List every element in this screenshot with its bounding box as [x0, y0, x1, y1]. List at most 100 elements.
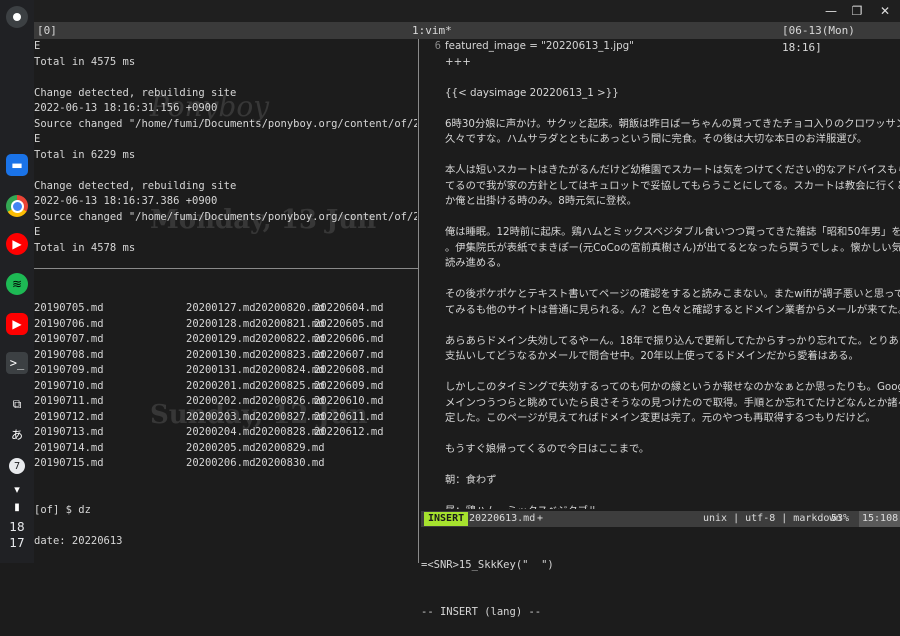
ime-indicator[interactable]: あ	[6, 423, 28, 445]
vim-cmdline-mode: -- INSERT (lang) --	[421, 605, 542, 618]
editor-line: {{< daysimage 20220613_1 >}}	[421, 86, 900, 102]
file-list-row: 20190715.md 20200206.md 20200830.md	[34, 456, 417, 472]
vim-file-format: unix | utf-8 | markdown	[703, 513, 842, 524]
log-line: E	[34, 40, 41, 52]
file-list-row: 20190705.md 20200127.md 20200820.md 2022060…	[34, 301, 417, 317]
editor-line-text: てるので我が家の方針としてはキュロットで妥協してもらうことにしてる。スカートは教…	[445, 179, 900, 192]
vim-editor-pane[interactable]: 6 featured_image = "20220613_1.jpg" +++ {{<…	[421, 39, 900, 509]
file-list-row: 20190707.md 20200129.md 20200822.md 2022060…	[34, 332, 417, 348]
file-name: 20220604.md	[314, 302, 384, 314]
shell-output: [of] $ dzdate: 20220613made new file [20…	[34, 503, 417, 564]
minimize-icon[interactable]: —	[823, 3, 839, 19]
launcher-shelf: ▬ ▶ ≋ ▶ >_ ⧉ あ 7 ▾ ▮ 18 17	[0, 0, 34, 563]
file-list-row: 20190712.md 20200203.md 20200827.md 2022061…	[34, 410, 417, 426]
file-name: 20200202.md	[186, 395, 256, 407]
file-list-row: 20190708.md 20200130.md 20200823.md 2022060…	[34, 348, 417, 364]
file-name: 20190707.md	[34, 333, 104, 345]
editor-line: 6 featured_image = "20220613_1.jpg"	[421, 39, 900, 55]
file-name: 20200131.md	[186, 364, 256, 376]
editor-line: 読み進める。	[421, 256, 900, 272]
file-name: 20220606.md	[314, 333, 384, 345]
editor-line-text: 。伊集院氏が表紙でまきぽー(元CoCoの宮前真樹さん)が出てるとなったら買うでし…	[445, 241, 900, 254]
file-name: 20200129.md	[186, 333, 256, 345]
shell-pane[interactable]: 20190705.md 20200127.md 20200820.md 2022060…	[34, 270, 417, 563]
editor-line-text: 朝：食わず	[445, 474, 497, 486]
editor-line: +++	[421, 55, 900, 71]
file-name: 20220609.md	[314, 379, 384, 392]
overview-icon[interactable]: ⧉	[6, 393, 28, 415]
file-name: 20190710.md	[34, 379, 104, 392]
file-name: 20220605.md	[314, 317, 384, 330]
file-name: 20200128.md	[186, 317, 256, 330]
editor-line: しかしこのタイミングで失効するってのも何かの縁というか報せなのかなぁとか思ったり…	[421, 380, 900, 396]
files-icon[interactable]: ▬	[6, 154, 28, 176]
file-name: 20200130.md	[186, 348, 256, 361]
clock-hour[interactable]: 18	[0, 520, 34, 534]
editor-line-text: 読み進める。	[445, 257, 507, 269]
youtube-icon[interactable]: ▶	[6, 313, 28, 335]
editor-line: 定した。このページが見えてればドメイン変更は完了。元のやつも再取得するつもりだけ…	[421, 411, 900, 427]
editor-line-text: 定した。このページが見えてればドメイン変更は完了。元のやつも再取得するつもりだけ…	[445, 412, 876, 424]
editor-line-text: +++	[445, 55, 471, 68]
spotify-icon[interactable]: ≋	[6, 273, 28, 295]
restore-icon[interactable]: ❐	[849, 3, 865, 19]
launcher-icon[interactable]	[6, 6, 28, 28]
editor-line-text: 昼：鶏ハム・ミックスベジタブル	[445, 505, 598, 509]
file-list: 20190705.md 20200127.md 20200820.md 2022060…	[34, 301, 417, 472]
clock-minute[interactable]: 17	[0, 536, 34, 550]
editor-line-text: 久々ですな。ハムサラダとともにあっという間に完食。その後は大切な本日のお洋服選び…	[445, 133, 868, 145]
chrome-icon[interactable]	[6, 195, 28, 217]
file-name: 20190709.md	[34, 364, 104, 376]
log-line: E	[34, 226, 41, 238]
file-name: 20200206.md	[186, 457, 256, 469]
editor-line: 支払いしてどうなるかメールで問合せ中。20年以上使ってるドメインだから愛着はある…	[421, 349, 900, 365]
file-name: 20200830.md	[255, 457, 325, 469]
editor-line: あらあらドメイン失効してるやーん。18年で振り込んで更新してたからすっかり忘れて…	[421, 334, 900, 350]
tmux-window-title: 1:vim*	[412, 24, 452, 37]
close-icon[interactable]: ✕	[877, 3, 893, 19]
editor-line: 昼：鶏ハム・ミックスベジタブル	[421, 504, 900, 509]
editor-line: か俺と出掛ける時のみ。8時元気に登校。	[421, 194, 900, 210]
file-list-row: 20190709.md 20200131.md 20200824.md 2022060…	[34, 363, 417, 379]
shell-line: [of] $ dz	[34, 503, 91, 516]
terminal-icon[interactable]: >_	[6, 352, 28, 374]
file-name: 20190712.md	[34, 410, 104, 423]
file-name: 20190713.md	[34, 426, 104, 438]
vim-percent: 53%	[831, 513, 850, 524]
file-name: 20220612.md	[314, 426, 384, 438]
log-line: Change detected, rebuilding site	[34, 179, 237, 192]
pane-separator-horizontal	[34, 268, 419, 269]
file-name: 20190705.md	[34, 302, 104, 314]
tmux-status-bar: [0] 1:vim* [06-13(Mon) 18:16]	[34, 22, 900, 54]
vim-cmdline[interactable]: =<SNR>15_SkkKey(" ") -- INSERT (lang) --	[421, 527, 900, 636]
editor-line-text: メインつうつらと眺めていたら良さそうなの見つけたので取得。手順とか忘れてたけどな…	[445, 396, 900, 409]
youtube-music-icon[interactable]: ▶	[6, 233, 28, 255]
file-name: 20190714.md	[34, 441, 104, 454]
editor-line: 本人は短いスカートはきたがるんだけど幼稚園でスカートは気をつけてください的なアド…	[421, 163, 900, 179]
editor-line-text: 俺は睡眠。12時前に起床。鶏ハムとミックスベジタブル食いつつ買ってきた雑誌「昭和…	[445, 226, 900, 238]
editor-line: 俺は睡眠。12時前に起床。鶏ハムとミックスベジタブル食いつつ買ってきた雑誌「昭和…	[421, 225, 900, 241]
hugo-server-log-pane[interactable]: E Total in 4575 ms Change detected, rebuil…	[34, 39, 417, 269]
log-line: Total in 6229 ms	[34, 148, 136, 161]
file-list-row: 20190714.md 20200205.md 20200829.md	[34, 441, 417, 457]
file-list-row: 20190710.md 20200201.md 20200825.md 2022060…	[34, 379, 417, 395]
editor-line: 久々ですな。ハムサラダとともにあっという間に完食。その後は大切な本日のお洋服選び…	[421, 132, 900, 148]
file-name: 20220610.md	[314, 395, 384, 407]
editor-line-text: featured_image = "20220613_1.jpg"	[445, 40, 634, 52]
file-name: 20190711.md	[34, 395, 104, 407]
log-line: Total in 4575 ms	[34, 55, 136, 68]
editor-line-text: {{< daysimage 20220613_1 >}}	[445, 86, 619, 99]
log-line: Source changed "/home/fumi/Documents/pon…	[34, 210, 417, 223]
editor-line: その後ポケポケとテキスト書いてページの確認をすると読みこまない。またwifiが調…	[421, 287, 900, 303]
vim-mode-indicator: INSERT	[424, 512, 469, 526]
vim-cmdline-expr: =<SNR>15_SkkKey(" ")	[421, 559, 554, 571]
battery-icon[interactable]: 7	[9, 458, 25, 474]
